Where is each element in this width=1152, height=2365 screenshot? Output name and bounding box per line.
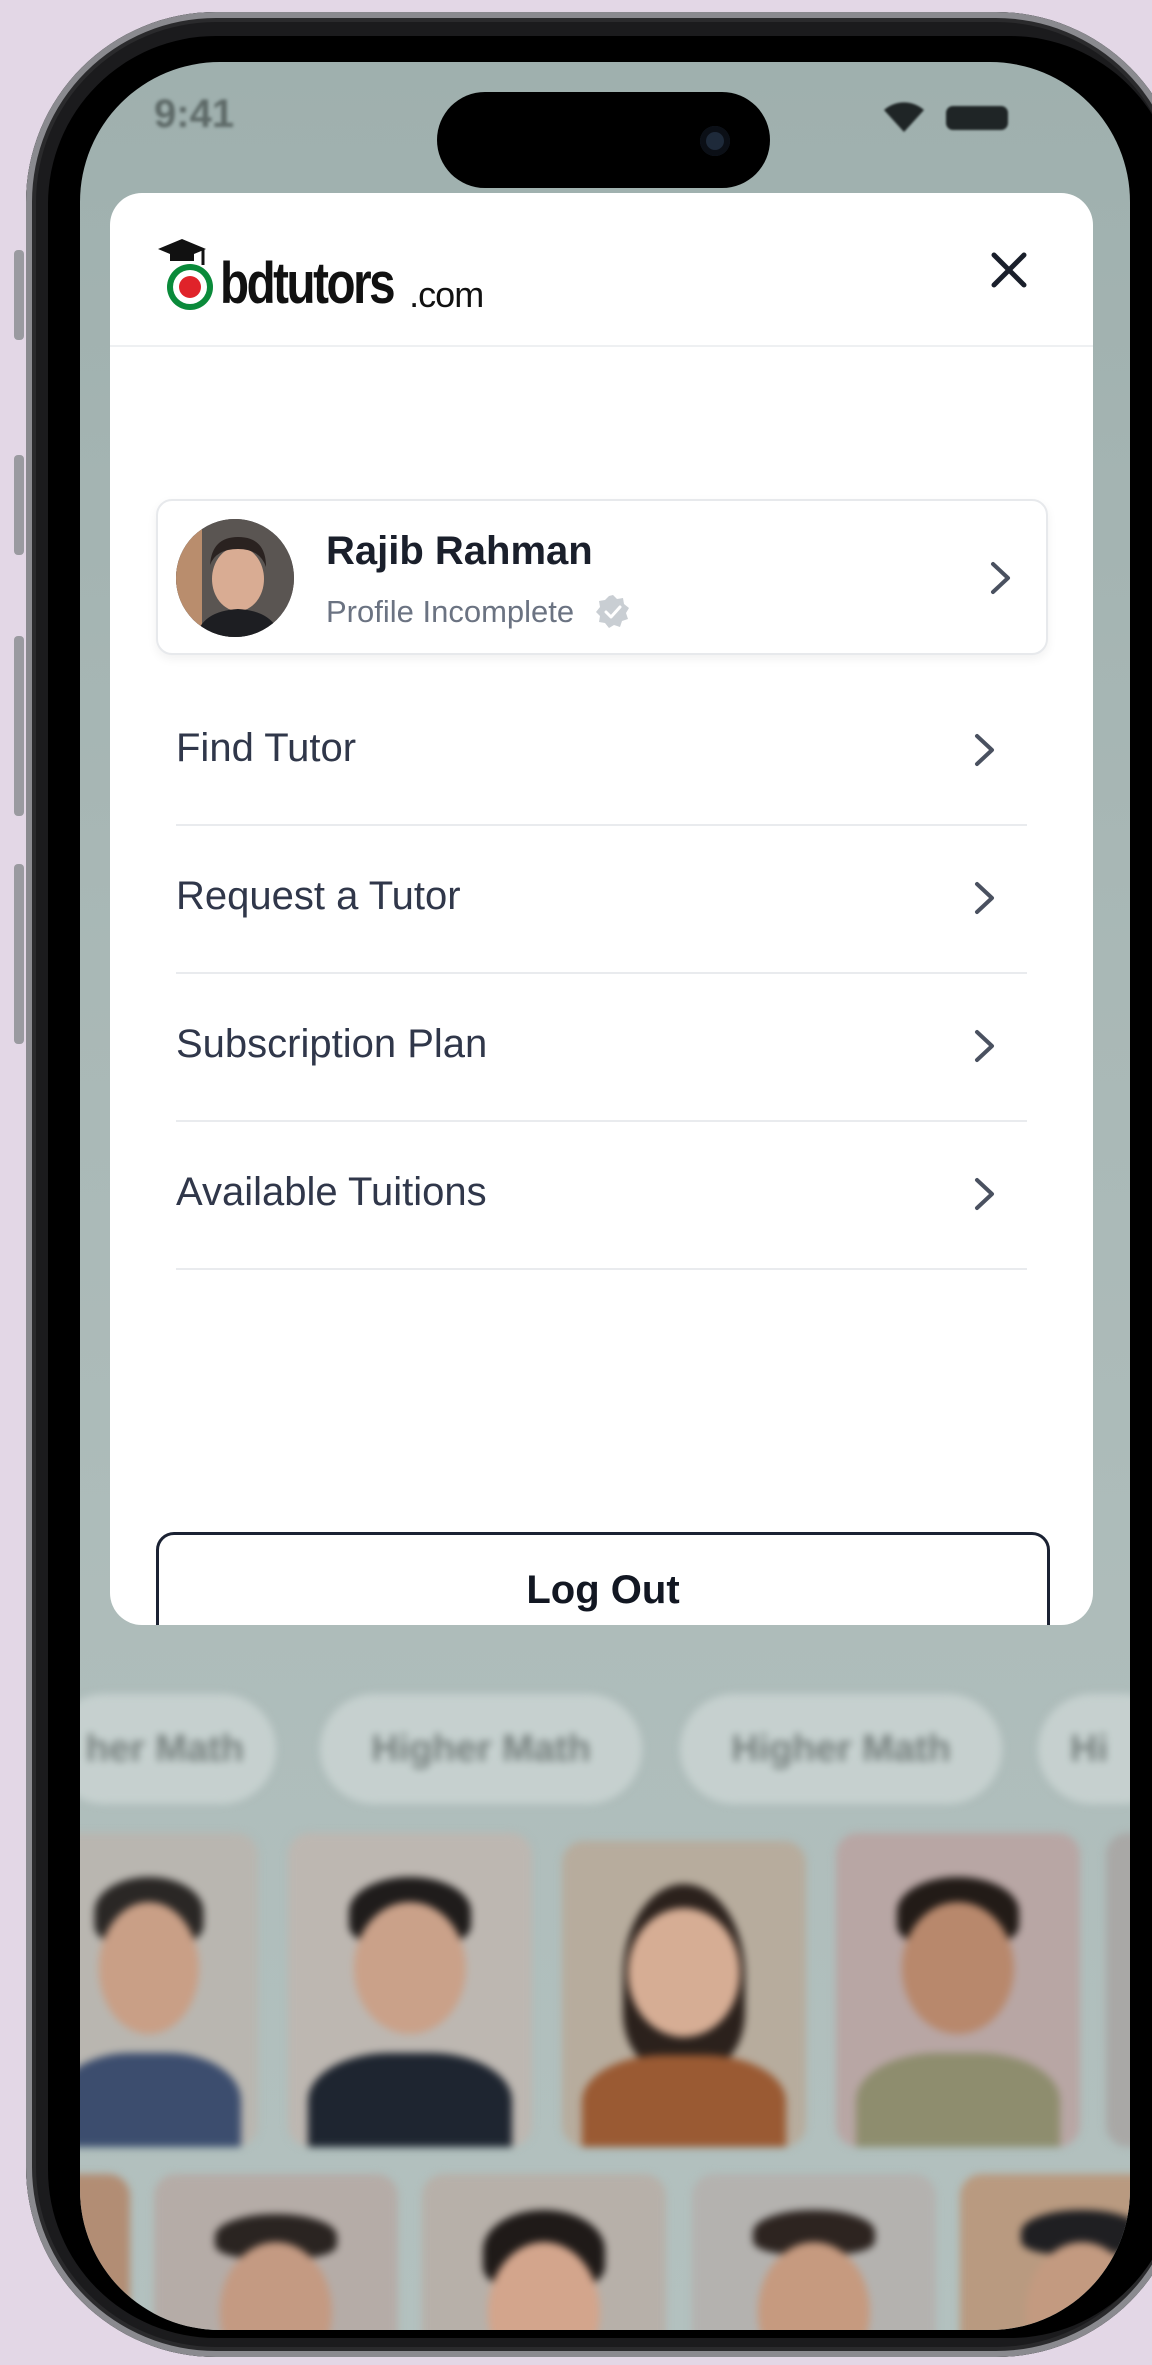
phone-screen: her Math Higher Math Higher Math Hi 9:41…	[80, 62, 1130, 2330]
tutor-photo-card	[80, 1833, 258, 2147]
close-icon	[991, 252, 1027, 288]
dynamic-island	[437, 92, 770, 188]
menu-header: bdtutors .com	[110, 193, 1093, 347]
tutor-photo-card	[288, 1833, 532, 2147]
tutor-photo-card	[960, 2174, 1130, 2330]
subject-chip: Higher Math	[680, 1694, 1002, 1804]
status-time: 9:41	[154, 92, 235, 136]
phone-power	[14, 864, 24, 1044]
tutor-photo-card	[692, 2174, 936, 2330]
logo-text: bdtutors	[220, 251, 396, 316]
subject-chip: her Math	[80, 1694, 276, 1804]
graduation-cap-logo-icon	[156, 235, 218, 313]
menu-item-available-tuitions[interactable]: Available Tuitions	[176, 1122, 1027, 1270]
profile-name: Rajib Rahman	[326, 529, 593, 573]
battery-icon	[946, 106, 1008, 130]
tutor-photo-card	[836, 1833, 1080, 2147]
chevron-right-icon	[991, 562, 1010, 594]
tutor-photo-card	[562, 1841, 806, 2147]
chevron-right-icon	[975, 1178, 994, 1210]
tutor-photo-card	[80, 2174, 130, 2330]
camera-icon	[700, 126, 730, 156]
menu-item-subscription-plan[interactable]: Subscription Plan	[176, 974, 1027, 1122]
phone-volume-down	[14, 636, 24, 816]
menu-item-request-tutor[interactable]: Request a Tutor	[176, 826, 1027, 974]
profile-status-text: Profile Incomplete	[326, 594, 575, 629]
menu-item-find-tutor[interactable]: Find Tutor	[176, 678, 1027, 826]
chevron-right-icon	[975, 882, 994, 914]
profile-status: Profile Incomplete	[326, 593, 632, 631]
wifi-icon	[884, 102, 924, 132]
menu-item-label: Subscription Plan	[176, 1022, 488, 1066]
avatar	[176, 519, 294, 637]
phone-side-button	[14, 250, 24, 340]
menu-item-label: Request a Tutor	[176, 874, 461, 918]
menu-item-label: Available Tuitions	[176, 1170, 487, 1214]
side-menu-panel: bdtutors .com Rajib Rahman Profile Incom…	[110, 193, 1093, 1625]
logout-button[interactable]: Log Out	[156, 1532, 1050, 1625]
tutor-photo-card	[422, 2174, 666, 2330]
chevron-right-icon	[975, 1030, 994, 1062]
phone-volume-up	[14, 455, 24, 555]
subject-chip: Hi	[1038, 1694, 1130, 1804]
chevron-right-icon	[975, 734, 994, 766]
menu-item-label: Find Tutor	[176, 726, 357, 770]
profile-card[interactable]: Rajib Rahman Profile Incomplete	[156, 499, 1048, 655]
close-button[interactable]	[980, 241, 1038, 299]
verified-badge-icon	[596, 595, 630, 628]
logo-suffix: .com	[409, 274, 484, 315]
tutor-photo-card	[1106, 1833, 1130, 2147]
tutor-photo-card	[154, 2174, 398, 2330]
subject-chip: Higher Math	[320, 1694, 642, 1804]
brand-logo[interactable]: bdtutors .com	[156, 233, 484, 316]
